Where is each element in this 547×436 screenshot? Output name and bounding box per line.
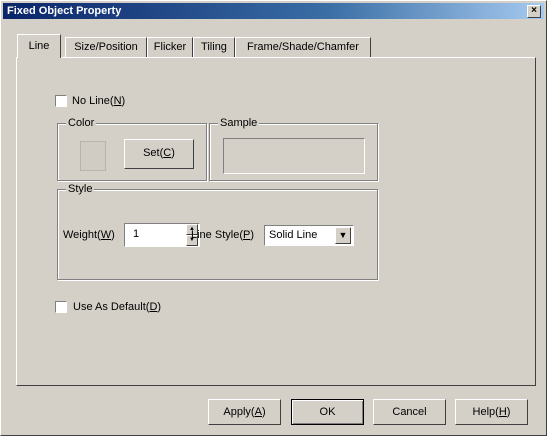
title-bar: Fixed Object Property ×	[3, 3, 544, 19]
color-group: Color Set(C)	[57, 116, 207, 181]
tab-frame-shade-chamfer[interactable]: Frame/Shade/Chamfer	[235, 37, 371, 57]
tab-frame-shade-chamfer-label: Frame/Shade/Chamfer	[247, 41, 359, 53]
style-group-label: Style	[66, 182, 95, 196]
tab-line[interactable]: Line	[17, 34, 61, 58]
weight-label: Weight(W)	[63, 229, 115, 241]
use-as-default-checkbox[interactable]	[55, 301, 67, 313]
no-line-checkbox[interactable]	[55, 95, 67, 107]
sample-group: Sample	[209, 116, 378, 181]
dropdown-arrow-icon: ▼	[338, 230, 348, 240]
dialog-window: Fixed Object Property × Line Size/Positi…	[0, 0, 547, 436]
weight-value: 1	[133, 228, 140, 240]
cancel-button[interactable]: Cancel	[373, 399, 446, 425]
style-group: Style Weight(W) 1 ▲ ▼ Line Style(P) Soli…	[57, 182, 378, 280]
line-style-select[interactable]: Solid Line ▼	[264, 225, 354, 246]
line-style-value: Solid Line	[269, 229, 318, 241]
tab-tiling[interactable]: Tiling	[193, 37, 235, 57]
help-button[interactable]: Help(H)	[455, 399, 528, 425]
tab-flicker-label: Flicker	[153, 41, 187, 53]
tab-size-position[interactable]: Size/Position	[65, 37, 147, 57]
tab-line-label: Line	[28, 40, 50, 52]
line-style-label: Line Style(P)	[191, 229, 254, 241]
tab-panel-line: No Line(N) Color Set(C) Sample Style Wei…	[16, 57, 536, 386]
apply-button[interactable]: Apply(A)	[208, 399, 281, 425]
tab-size-position-label: Size/Position	[74, 41, 138, 53]
color-swatch	[80, 141, 106, 171]
close-button[interactable]: ×	[527, 5, 541, 18]
set-color-button[interactable]: Set(C)	[124, 139, 194, 169]
use-as-default-label[interactable]: Use As Default(D)	[73, 300, 161, 314]
tab-tiling-label: Tiling	[201, 41, 227, 53]
color-group-label: Color	[66, 116, 97, 130]
line-style-dropdown-button[interactable]: ▼	[335, 227, 351, 244]
tab-flicker[interactable]: Flicker	[147, 37, 193, 57]
sample-preview	[223, 138, 365, 174]
close-icon: ×	[531, 5, 537, 16]
sample-group-label: Sample	[218, 116, 260, 130]
dialog-title: Fixed Object Property	[7, 5, 122, 17]
ok-button[interactable]: OK	[291, 399, 364, 425]
no-line-label[interactable]: No Line(N)	[72, 94, 125, 108]
